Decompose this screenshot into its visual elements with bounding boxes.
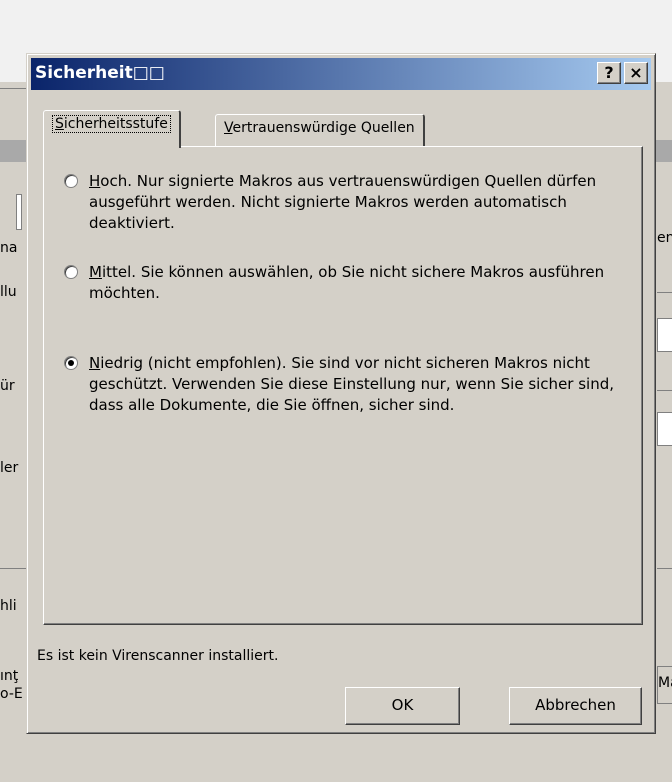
tab-label: Sicherheitsstufe — [52, 115, 171, 133]
background-field — [657, 412, 672, 446]
virus-scanner-status: Es ist kein Virenscanner installiert. — [37, 648, 279, 664]
radio-button[interactable] — [64, 265, 78, 279]
background-text-fragment: llu — [0, 284, 17, 300]
ok-button[interactable]: OK — [345, 687, 460, 725]
radio-option-low[interactable]: Niedrig (nicht empfohlen). Sie sind vor … — [64, 353, 626, 416]
radio-button[interactable] — [64, 174, 78, 188]
cancel-button[interactable]: Abbrechen — [509, 687, 642, 725]
tab-label: Vertrauenswürdige Quellen — [224, 120, 415, 136]
title-bar[interactable]: Sicherheit□□ ? × — [31, 58, 651, 90]
background-divider — [657, 390, 672, 391]
background-text-fragment: ür — [0, 378, 15, 394]
background-divider — [657, 568, 672, 569]
radio-label: Niedrig (nicht empfohlen). Sie sind vor … — [89, 354, 615, 414]
background-field — [16, 194, 22, 230]
background-text-fragment: hli — [0, 598, 17, 614]
background-button: Ma — [657, 666, 672, 704]
background-text-fragment: ınţ — [0, 668, 19, 684]
radio-button-selected[interactable] — [64, 356, 78, 370]
security-dialog: Sicherheit□□ ? × Sicherheitsstufe Vertra… — [26, 53, 656, 734]
dialog-title: Sicherheit□□ — [35, 63, 165, 83]
tab-trusted-sources[interactable]: Vertrauenswürdige Quellen — [215, 114, 425, 146]
background-divider — [657, 292, 672, 293]
radio-option-medium[interactable]: Mittel. Sie können auswählen, ob Sie nic… — [64, 262, 626, 304]
background-text-fragment: en — [657, 230, 672, 246]
close-button[interactable]: × — [624, 62, 648, 84]
help-button[interactable]: ? — [597, 62, 621, 84]
radio-option-high[interactable]: Hoch. Nur signierte Makros aus vertrauen… — [64, 171, 626, 234]
background-text-fragment: na — [0, 240, 18, 256]
radio-label: Mittel. Sie können auswählen, ob Sie nic… — [89, 263, 605, 302]
tab-security-level[interactable]: Sicherheitsstufe — [43, 110, 181, 148]
background-text-fragment: ler — [0, 460, 19, 476]
background-text-fragment: o-E — [0, 686, 23, 702]
radio-label: Hoch. Nur signierte Makros aus vertrauen… — [89, 172, 597, 232]
background-field — [657, 318, 672, 352]
tab-panel: Hoch. Nur signierte Makros aus vertrauen… — [43, 146, 643, 625]
background-divider — [0, 568, 26, 569]
